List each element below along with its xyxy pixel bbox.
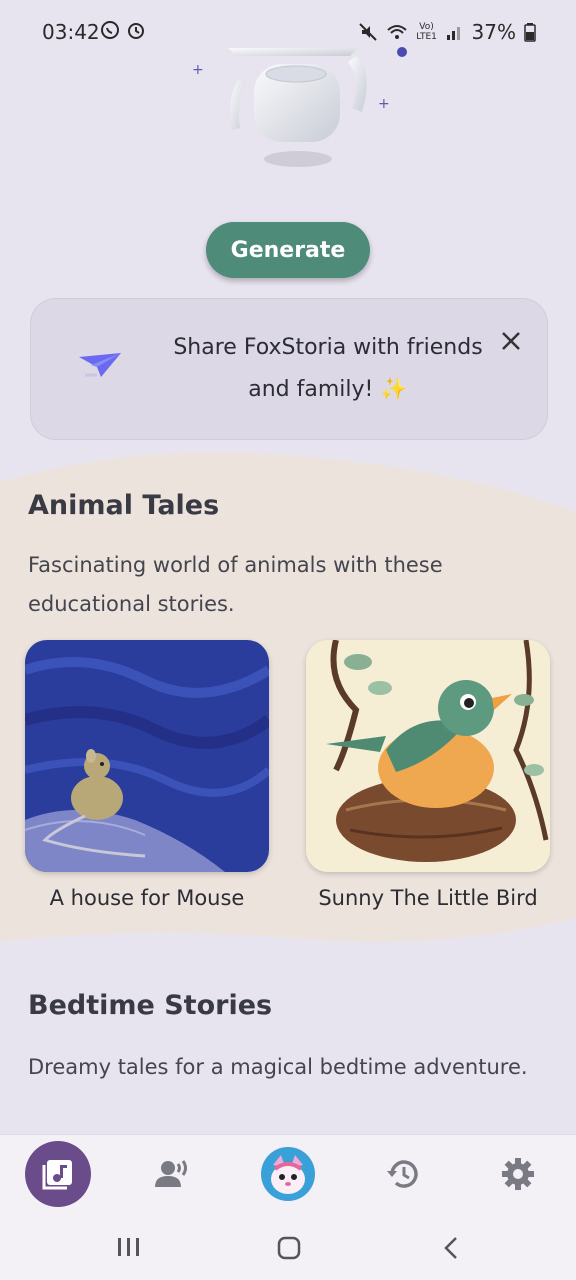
story-card[interactable]: A house for Mouse [25, 640, 269, 910]
voice-icon [155, 1160, 187, 1187]
story-title: Sunny The Little Bird [318, 886, 538, 910]
alarm-icon [128, 23, 144, 39]
section-title: Animal Tales [28, 490, 220, 521]
animal-tales-section: Animal Tales Fascinating world of animal… [0, 452, 576, 942]
mute-icon [358, 23, 377, 41]
generate-button[interactable]: Generate [206, 222, 370, 278]
battery-icon [524, 23, 536, 42]
fox-avatar [261, 1147, 315, 1201]
nav-history[interactable] [370, 1141, 436, 1207]
status-time: 03:42 [42, 20, 100, 44]
settings-icon [502, 1158, 534, 1190]
sparkle-icon: + [192, 62, 204, 78]
whatsapp-icon [101, 21, 119, 39]
system-nav-bar [0, 1212, 576, 1280]
section-title: Bedtime Stories [28, 990, 273, 1021]
recent-apps-button[interactable] [116, 1236, 142, 1258]
bottom-nav [0, 1134, 576, 1212]
history-icon [387, 1160, 418, 1188]
story-cover-mouse[interactable] [25, 640, 269, 872]
nav-library[interactable] [25, 1141, 91, 1207]
nav-settings[interactable] [485, 1141, 551, 1207]
share-card[interactable]: Share FoxStoria with friends and family!… [30, 298, 548, 440]
share-message: Share FoxStoria with friends and family!… [173, 335, 483, 402]
signal-icon [446, 27, 460, 40]
story-title: A house for Mouse [49, 886, 245, 910]
robot-illustration: + + [180, 40, 420, 180]
story-card[interactable]: Sunny The Little Bird [306, 640, 550, 910]
nav-fox-avatar[interactable] [255, 1141, 321, 1207]
volte-icon: Vo) LTE1 [416, 22, 437, 42]
close-icon[interactable] [497, 327, 525, 355]
wifi-icon [386, 25, 407, 39]
story-cover-bird[interactable] [306, 640, 550, 872]
battery-percent: 37% [471, 20, 516, 44]
section-description: Fascinating world of animals with these … [28, 553, 443, 616]
sparkle-icon: + [378, 96, 390, 112]
back-button[interactable] [442, 1236, 460, 1260]
nav-voice[interactable] [140, 1141, 206, 1207]
home-button[interactable] [277, 1236, 301, 1260]
paper-plane-icon [79, 353, 121, 377]
section-description: Dreamy tales for a magical bedtime adven… [28, 1055, 528, 1079]
library-icon [42, 1160, 72, 1190]
